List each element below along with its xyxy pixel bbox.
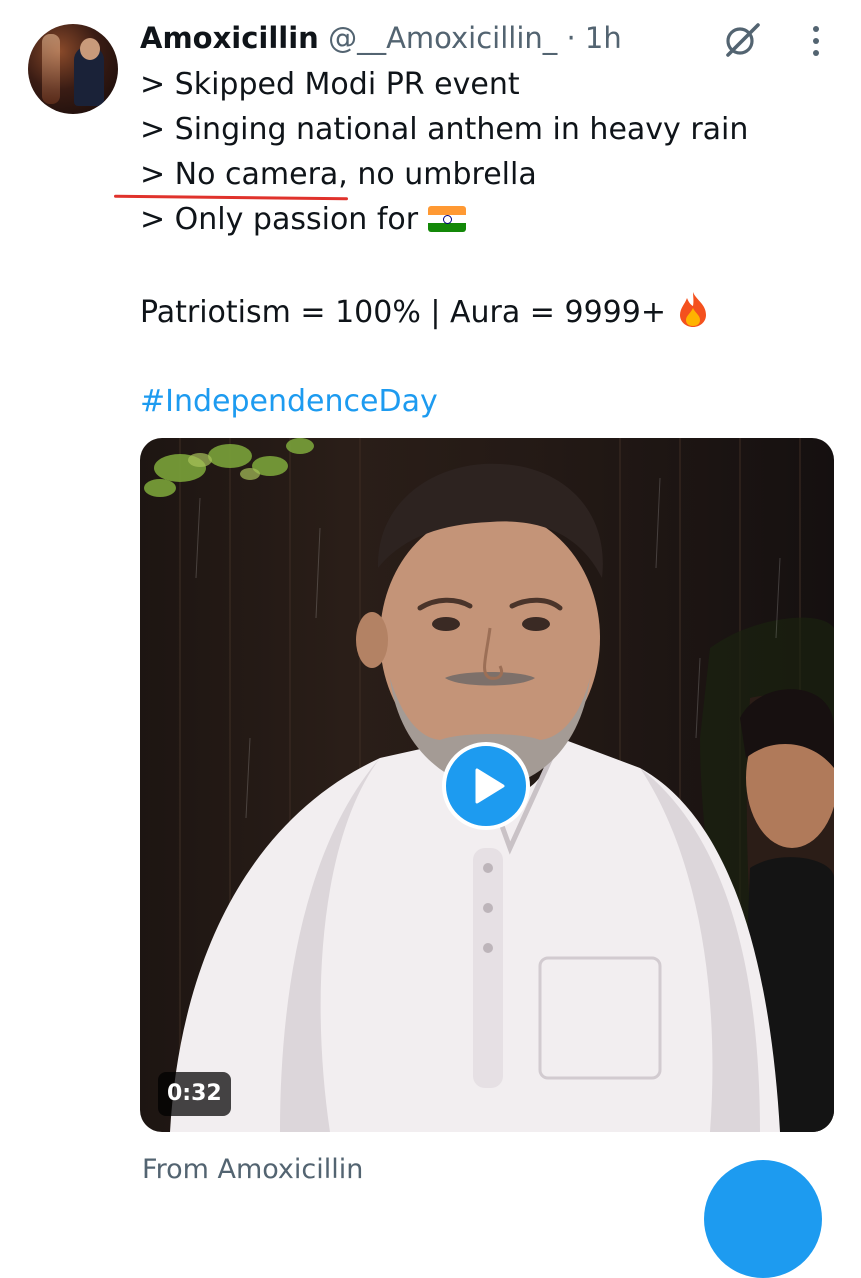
play-icon bbox=[475, 768, 505, 804]
compose-button[interactable] bbox=[704, 1160, 822, 1278]
tweet-time[interactable]: · 1h bbox=[567, 21, 622, 55]
tweet-header: Amoxicillin @__Amoxicillin_ · 1h bbox=[140, 18, 751, 58]
tweet-line-3: > No camera, no umbrella bbox=[140, 157, 537, 192]
author-handle[interactable]: @__Amoxicillin_ bbox=[328, 21, 557, 55]
tweet-line-4: > Only passion for bbox=[140, 199, 840, 244]
tweet-stats-line: Patriotism = 100% | Aura = 9999+ bbox=[140, 290, 840, 335]
stats-text: Patriotism = 100% | Aura = 9999+ bbox=[140, 295, 676, 330]
play-button[interactable] bbox=[442, 742, 530, 830]
hashtag-link[interactable]: #IndependenceDay bbox=[140, 381, 840, 426]
avatar-head bbox=[80, 38, 100, 60]
tweet-line-2: > Singing national anthem in heavy rain bbox=[140, 112, 749, 147]
video-source-text[interactable]: From Amoxicillin bbox=[142, 1150, 363, 1190]
video-duration-badge: 0:32 bbox=[158, 1072, 231, 1116]
tweet-line-1: > Skipped Modi PR event bbox=[140, 67, 520, 102]
tweet-text: > Skipped Modi PR event > Singing nation… bbox=[140, 64, 840, 426]
grok-icon[interactable] bbox=[722, 20, 762, 60]
fire-emoji bbox=[679, 292, 706, 327]
author-avatar[interactable] bbox=[28, 24, 118, 114]
author-name[interactable]: Amoxicillin bbox=[140, 21, 319, 55]
avatar-light-streak bbox=[42, 34, 60, 104]
tweet-line-4-text: > Only passion for bbox=[140, 202, 428, 237]
india-flag-emoji bbox=[427, 206, 466, 232]
more-vertical-icon[interactable] bbox=[808, 24, 824, 58]
